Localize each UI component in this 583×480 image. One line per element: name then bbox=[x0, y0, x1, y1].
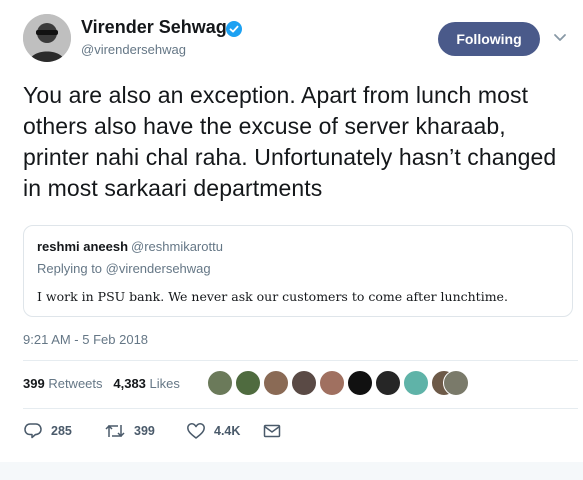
quoted-replying-to: Replying to @virendersehwag bbox=[37, 261, 211, 276]
reply-icon bbox=[24, 423, 42, 439]
author-name[interactable]: Virender Sehwag bbox=[81, 17, 227, 38]
page-footer-band bbox=[0, 462, 583, 480]
retweet-count: 399 bbox=[134, 424, 155, 438]
tweet-actions: 285 399 4.4K bbox=[23, 420, 323, 442]
liker-avatars bbox=[207, 370, 469, 396]
liker-avatar[interactable] bbox=[263, 370, 289, 396]
retweets-count[interactable]: 399 bbox=[23, 376, 45, 391]
like-button[interactable]: 4.4K bbox=[186, 420, 240, 442]
author-handle[interactable]: @virendersehwag bbox=[81, 42, 186, 57]
liker-avatar[interactable] bbox=[207, 370, 233, 396]
likes-label[interactable]: Likes bbox=[150, 376, 180, 391]
retweet-icon bbox=[105, 424, 125, 438]
reply-count: 285 bbox=[51, 424, 72, 438]
heart-icon bbox=[187, 423, 205, 439]
direct-message-button[interactable] bbox=[263, 420, 281, 442]
liker-avatar[interactable] bbox=[291, 370, 317, 396]
reply-button[interactable]: 285 bbox=[23, 420, 72, 442]
engagement-stats: 399 Retweets 4,383 Likes bbox=[23, 376, 180, 391]
liker-avatar[interactable] bbox=[235, 370, 261, 396]
liker-avatar[interactable] bbox=[403, 370, 429, 396]
like-count: 4.4K bbox=[214, 424, 241, 438]
quoted-author-handle: @reshmikarottu bbox=[131, 239, 223, 254]
retweet-button[interactable]: 399 bbox=[104, 420, 155, 442]
retweets-label[interactable]: Retweets bbox=[48, 376, 102, 391]
following-button[interactable]: Following bbox=[438, 22, 540, 56]
user-avatar-icon bbox=[23, 14, 71, 62]
chevron-down-icon[interactable] bbox=[553, 32, 567, 44]
author-avatar[interactable] bbox=[23, 14, 71, 62]
tweet-timestamp[interactable]: 9:21 AM - 5 Feb 2018 bbox=[23, 332, 148, 347]
quoted-tweet[interactable]: reshmi aneesh @reshmikarottu Replying to… bbox=[23, 225, 573, 317]
tweet-text: You are also an exception. Apart from lu… bbox=[23, 82, 557, 201]
quoted-tweet-text: I work in PSU bank. We never ask our cus… bbox=[37, 289, 508, 304]
liker-avatar[interactable] bbox=[319, 370, 345, 396]
liker-avatar[interactable] bbox=[375, 370, 401, 396]
envelope-icon bbox=[263, 424, 281, 438]
verified-badge-icon bbox=[226, 21, 242, 37]
liker-avatar[interactable] bbox=[347, 370, 373, 396]
divider bbox=[23, 360, 578, 361]
likes-count[interactable]: 4,383 bbox=[113, 376, 146, 391]
quoted-author-name: reshmi aneesh bbox=[37, 239, 129, 254]
divider bbox=[23, 408, 578, 409]
liker-avatar[interactable] bbox=[443, 370, 469, 396]
